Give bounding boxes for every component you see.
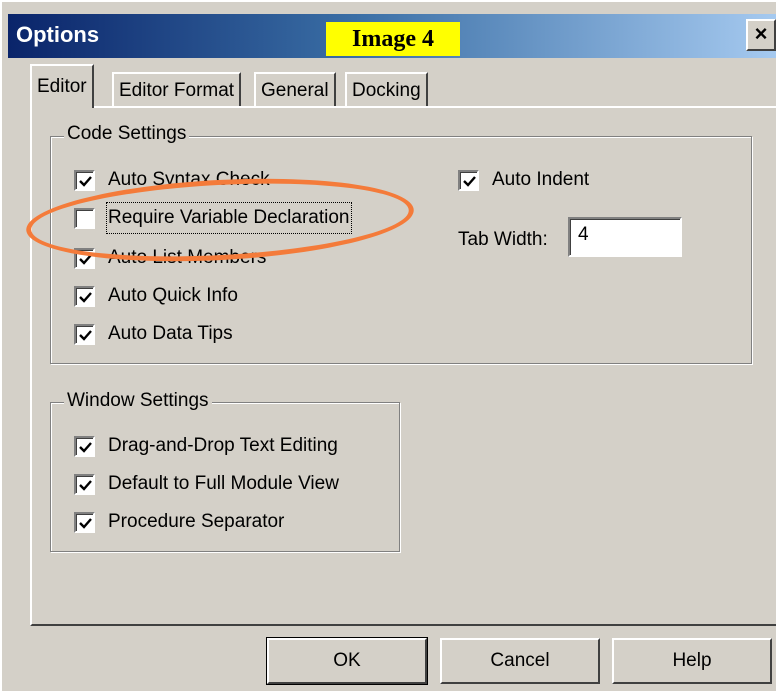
tab-editor-format[interactable]: Editor Format [112,72,242,106]
tab-general[interactable]: General [254,72,336,106]
tab-width-input[interactable]: 4 [568,217,682,257]
tab-docking[interactable]: Docking [345,72,428,106]
checkbox-box[interactable] [74,286,95,307]
image-label: Image 4 [326,22,460,56]
checkbox-box[interactable] [74,436,95,457]
cancel-button[interactable]: Cancel [440,638,600,684]
ok-button[interactable]: OK [266,637,428,685]
checkmark-icon [79,254,92,265]
code-settings-legend: Code Settings [64,123,190,145]
checkmark-icon [79,442,92,453]
checkbox-label: Procedure Separator [108,511,285,532]
checkmark-icon [79,292,92,303]
checkbox-box[interactable] [74,170,95,191]
checkmark-icon [79,480,92,491]
checkbox-label: Auto Data Tips [108,323,233,344]
checkbox-label: Auto Quick Info [108,285,238,306]
help-button[interactable]: Help [612,638,772,684]
checkbox-label: Drag-and-Drop Text Editing [108,435,338,456]
checkbox-box[interactable] [74,512,95,533]
close-icon[interactable]: × [746,19,776,51]
checkbox-label: Auto Indent [492,169,590,190]
checkbox-box[interactable] [74,248,95,269]
checkbox-label: Auto Syntax Check [108,169,270,190]
tab-editor[interactable]: Editor [30,64,94,108]
checkmark-icon [79,176,92,187]
checkmark-icon [79,330,92,341]
checkbox-box[interactable] [74,474,95,495]
checkbox-box[interactable] [74,208,95,229]
checkbox-label: Default to Full Module View [108,473,339,494]
checkbox-label: Require Variable Declaration [106,202,352,234]
title-bar[interactable]: Options Image 4 [8,14,776,58]
checkmark-icon [79,518,92,529]
checkbox-box[interactable] [458,170,479,191]
window-title: Options [16,22,100,47]
tab-width-label: Tab Width: [458,229,548,250]
checkbox-box[interactable] [74,324,95,345]
checkbox-label: Auto List Members [108,247,267,268]
window-settings-legend: Window Settings [64,390,212,412]
options-dialog: Options Image 4 × Editor Editor Format G… [0,0,776,691]
checkmark-icon [463,176,476,187]
